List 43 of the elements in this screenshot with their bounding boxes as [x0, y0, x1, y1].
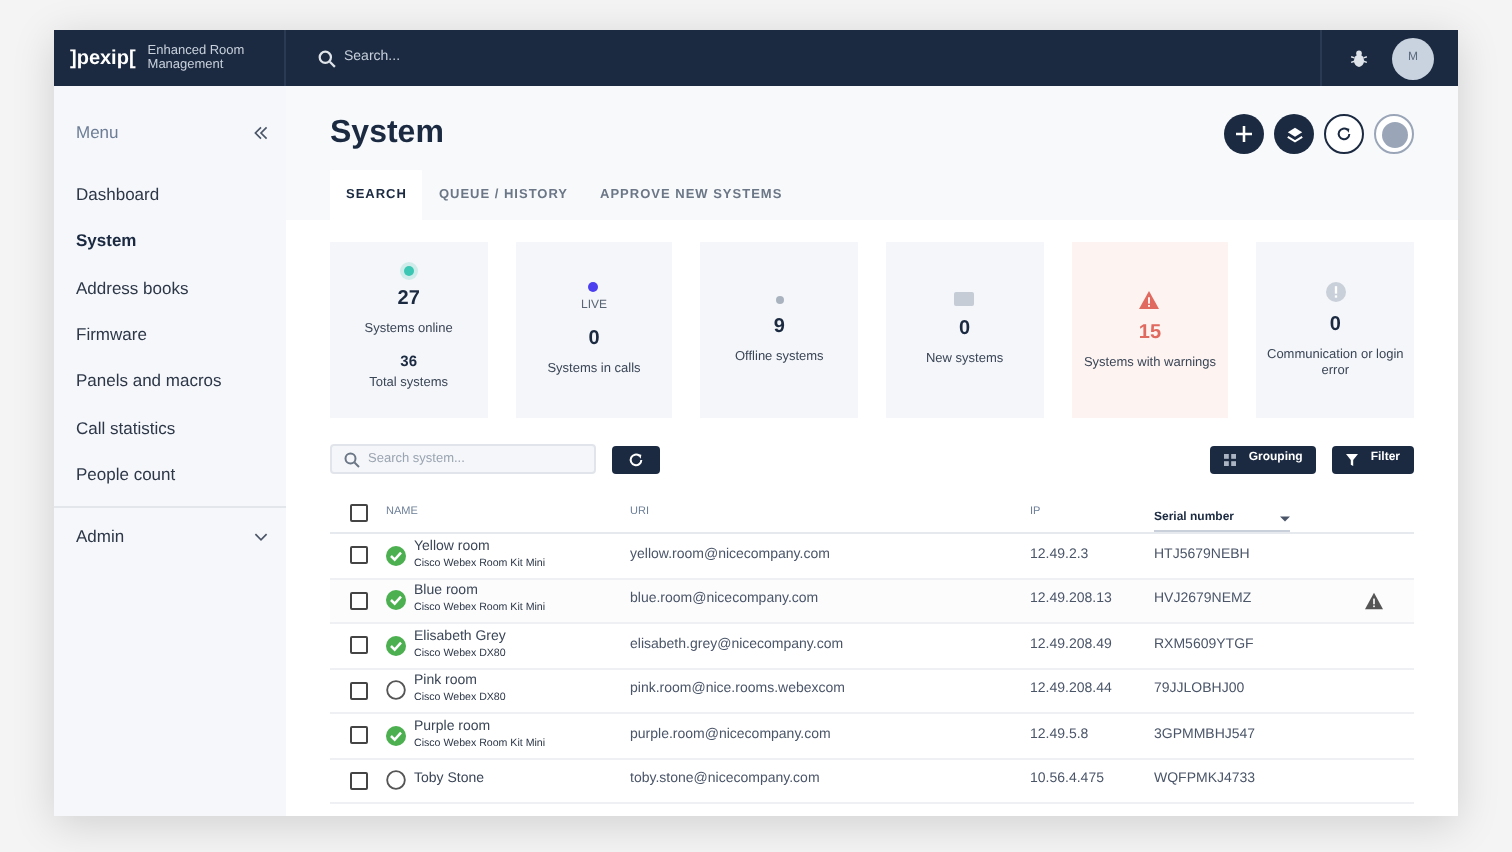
row-checkbox[interactable]: [349, 726, 367, 745]
row-checkbox[interactable]: [349, 546, 367, 565]
search-icon: [318, 49, 336, 67]
row-checkbox[interactable]: [349, 771, 367, 790]
refresh-button[interactable]: [612, 445, 660, 473]
layers-button[interactable]: [1274, 114, 1314, 154]
sidebar-item[interactable]: Firmware: [54, 311, 286, 358]
warning-icon: [1364, 591, 1384, 610]
new-badge-icon: [954, 292, 975, 306]
funnel-icon: [1346, 453, 1359, 465]
plus-icon: [1236, 126, 1252, 142]
collapse-icon[interactable]: [254, 125, 268, 140]
refresh-button[interactable]: [1324, 114, 1364, 154]
page-title: System: [330, 114, 444, 154]
menu-title: Menu: [76, 120, 119, 146]
search-icon: [344, 451, 360, 467]
stat-value: 0: [959, 316, 971, 344]
bug-icon[interactable]: [1350, 49, 1368, 67]
refresh-icon: [628, 451, 644, 467]
refresh-icon: [1336, 126, 1352, 142]
row-checkbox[interactable]: [349, 636, 367, 655]
stat-value: 0: [1329, 311, 1341, 339]
error-icon: [1325, 281, 1346, 301]
grid-icon: [1224, 453, 1237, 465]
row-checkbox[interactable]: [349, 591, 367, 610]
admin-menu-item[interactable]: Admin: [54, 515, 286, 560]
caret-icon: [1280, 515, 1290, 521]
sidebar-item[interactable]: Address books: [54, 264, 286, 312]
stat-value: 15: [1138, 319, 1162, 347]
stat-value: 27: [397, 286, 420, 314]
layers-icon: [1285, 125, 1303, 143]
stat-value: 9: [773, 313, 785, 341]
logo: ]pexip[: [70, 45, 136, 73]
sidebar-item[interactable]: System: [54, 218, 286, 265]
stat-value: 0: [588, 326, 600, 354]
sidebar-item[interactable]: Panels and macros: [54, 357, 286, 405]
sidebar-item[interactable]: Call statistics: [54, 404, 286, 452]
add-button[interactable]: [1224, 114, 1264, 154]
row-checkbox[interactable]: [349, 681, 367, 700]
warning-icon: [1138, 289, 1161, 309]
sidebar-item[interactable]: People count: [54, 451, 286, 498]
sidebar-item[interactable]: Dashboard: [54, 171, 286, 219]
select-all-checkbox[interactable]: [349, 504, 367, 522]
